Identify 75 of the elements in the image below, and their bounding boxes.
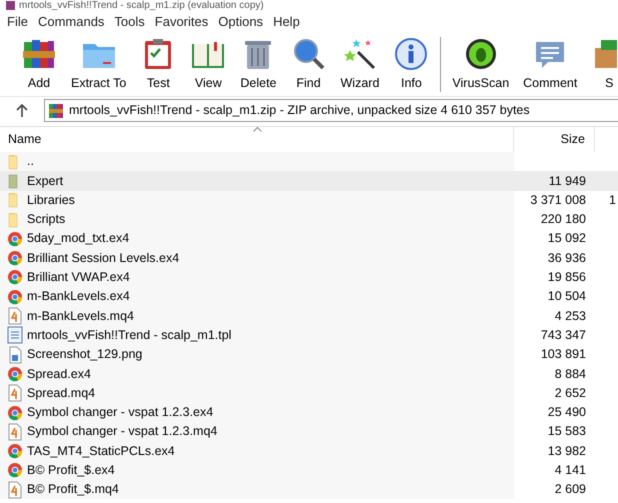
file-name: Libraries (27, 192, 75, 209)
toolbar-button[interactable]: Wizard (334, 33, 386, 96)
toolbar-button[interactable]: Extract To (64, 33, 134, 96)
file-name: mrtools_vvFish!!Trend - scalp_m1.tpl (27, 326, 232, 344)
menu-item[interactable]: Favorites (150, 12, 214, 32)
file-size: 10 504 (548, 288, 586, 306)
menu-item[interactable]: Help (268, 12, 305, 32)
file-size: 15 092 (548, 230, 586, 248)
file-row[interactable]: Expert 11 949 (0, 171, 618, 191)
file-size: 36 936 (548, 250, 586, 267)
file-name: .. (27, 153, 34, 170)
toolbar-button[interactable]: Add (14, 33, 64, 96)
round-logo-icon (7, 461, 23, 480)
window-title: mrtools_vvFish!!Trend - scalp_m1.zip (evaluation copy) (19, 0, 264, 11)
toolbar-button[interactable]: Info (386, 33, 436, 96)
toolbar-button[interactable]: Test (133, 33, 184, 96)
round-logo-icon (7, 404, 23, 422)
archive-icon (48, 102, 64, 118)
toolbar-button[interactable]: S (584, 33, 618, 96)
menu-item[interactable]: Tools (109, 12, 150, 32)
file-name: 5day_mod_txt.ex4 (27, 230, 130, 248)
file-size: 2 609 (554, 481, 586, 498)
app-icon (6, 1, 15, 10)
script-file-icon (7, 384, 23, 402)
round-logo-icon (7, 230, 23, 248)
document-icon (7, 326, 23, 344)
file-size: 4 253 (554, 308, 586, 325)
file-name: Expert (27, 172, 64, 190)
round-logo-icon (7, 288, 23, 306)
menu-item[interactable]: Options (213, 12, 268, 32)
file-size: 220 180 (540, 211, 586, 228)
up-arrow-icon (16, 104, 28, 118)
toolbar-button[interactable]: Comment (516, 33, 584, 96)
file-size: 3 371 008 (530, 192, 586, 209)
file-name: Brilliant VWAP.ex4 (27, 269, 130, 286)
file-name: m-BankLevels.mq4 (27, 308, 134, 325)
file-size: 4 141 (554, 462, 586, 480)
round-logo-icon (7, 268, 23, 286)
round-logo-icon (7, 442, 23, 460)
table-cell-text: 1 (609, 192, 616, 209)
file-name: Scripts (27, 211, 66, 228)
file-name: Symbol changer - vspat 1.2.3.ex4 (27, 404, 214, 422)
menu-item[interactable]: File (2, 12, 33, 32)
file-name: Screenshot_129.png (27, 346, 142, 364)
file-name: Brilliant Session Levels.ex4 (27, 250, 180, 267)
info-icon (393, 36, 430, 72)
file-name: m-BankLevels.ex4 (27, 288, 130, 306)
image-file-icon (7, 346, 23, 364)
file-size: 103 891 (540, 346, 586, 364)
file-size: 743 347 (540, 326, 586, 344)
file-size: 25 490 (548, 404, 586, 422)
toolbar-button[interactable]: Find (284, 33, 334, 96)
script-file-icon (7, 422, 23, 441)
round-logo-icon (7, 364, 23, 383)
script-file-icon (7, 480, 23, 499)
file-size: 2 652 (554, 384, 586, 402)
file-size: 11 949 (548, 172, 586, 190)
file-size: 19 856 (548, 269, 586, 286)
file-name: Spread.ex4 (27, 366, 91, 383)
script-file-icon (7, 307, 23, 326)
toolbar-button[interactable]: VirusScan (445, 33, 516, 96)
file-name: B© Profit_$.mq4 (27, 481, 119, 498)
round-logo-icon (7, 249, 23, 268)
file-name: B© Profit_$.ex4 (27, 462, 115, 480)
file-size: 15 583 (548, 423, 586, 440)
file-size: 8 884 (554, 366, 586, 383)
toolbar-button[interactable]: View (183, 33, 234, 96)
column-header[interactable]: Size (514, 127, 595, 152)
file-size: 13 982 (548, 442, 586, 460)
toolbar-button[interactable]: Delete (233, 33, 284, 96)
file-name: TAS_MT4_StaticPCLs.ex4 (27, 442, 175, 460)
address-field[interactable]: mrtools_vvFish!!Trend - scalp_m1.zip - ZIP archive, unpacked size 4 610 357 bytes (44, 99, 618, 122)
file-name: Symbol changer - vspat 1.2.3.mq4 (27, 423, 218, 440)
file-name: Spread.mq4 (27, 384, 96, 402)
menu-item[interactable]: Commands (32, 12, 110, 32)
